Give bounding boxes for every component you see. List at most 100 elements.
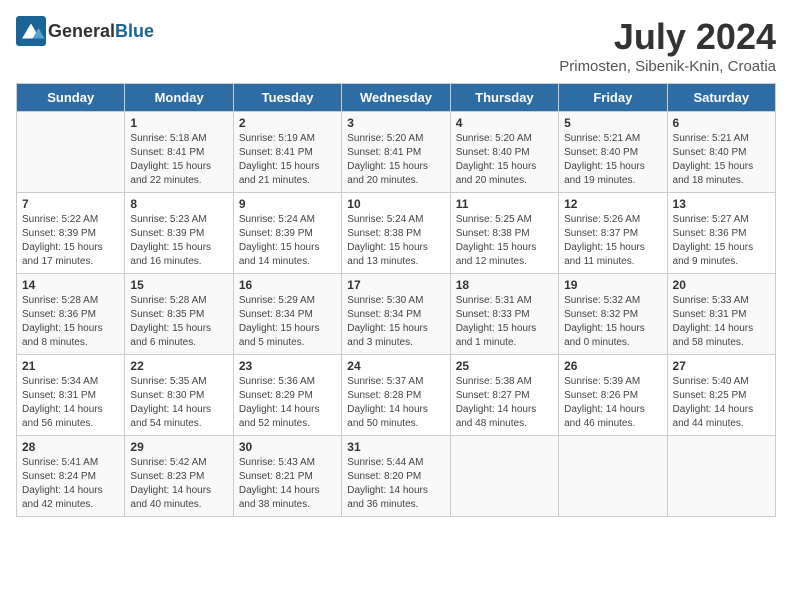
cell-sun-info: Sunrise: 5:29 AMSunset: 8:34 PMDaylight:… <box>239 294 336 350</box>
page-header: GeneralBlue July 2024 Primosten, Sibenik… <box>16 16 776 75</box>
calendar-cell: 26 Sunrise: 5:39 AMSunset: 8:26 PMDayligh… <box>559 355 667 436</box>
day-header-saturday: Saturday <box>667 84 775 112</box>
day-header-monday: Monday <box>125 84 233 112</box>
calendar-cell: 8 Sunrise: 5:23 AMSunset: 8:39 PMDaylight… <box>125 193 233 274</box>
calendar-cell: 12 Sunrise: 5:26 AMSunset: 8:37 PMDayligh… <box>559 193 667 274</box>
calendar-cell: 16 Sunrise: 5:29 AMSunset: 8:34 PMDayligh… <box>233 274 341 355</box>
calendar-cell: 18 Sunrise: 5:31 AMSunset: 8:33 PMDayligh… <box>450 274 558 355</box>
cell-sun-info: Sunrise: 5:42 AMSunset: 8:23 PMDaylight:… <box>130 456 227 512</box>
cell-sun-info: Sunrise: 5:38 AMSunset: 8:27 PMDaylight:… <box>456 375 553 431</box>
cell-sun-info: Sunrise: 5:21 AMSunset: 8:40 PMDaylight:… <box>564 132 661 188</box>
day-number: 1 <box>130 116 227 130</box>
day-number: 27 <box>673 359 770 373</box>
cell-sun-info: Sunrise: 5:22 AMSunset: 8:39 PMDaylight:… <box>22 213 119 269</box>
calendar-cell: 22Sunrise: 5:35 AMSunset: 8:30 PMDayligh… <box>125 355 233 436</box>
calendar-week-row: 21Sunrise: 5:34 AMSunset: 8:31 PMDayligh… <box>17 355 776 436</box>
calendar-cell <box>17 112 125 193</box>
cell-sun-info: Sunrise: 5:32 AMSunset: 8:32 PMDaylight:… <box>564 294 661 350</box>
day-number: 19 <box>564 278 661 292</box>
calendar-cell: 25 Sunrise: 5:38 AMSunset: 8:27 PMDayligh… <box>450 355 558 436</box>
day-number: 10 <box>347 197 444 211</box>
calendar-week-row: 28Sunrise: 5:41 AMSunset: 8:24 PMDayligh… <box>17 436 776 517</box>
calendar-cell: 9Sunrise: 5:24 AMSunset: 8:39 PMDaylight… <box>233 193 341 274</box>
day-header-friday: Friday <box>559 84 667 112</box>
day-number: 18 <box>456 278 553 292</box>
day-number: 15 <box>130 278 227 292</box>
cell-sun-info: Sunrise: 5:21 AMSunset: 8:40 PMDaylight:… <box>673 132 770 188</box>
calendar-cell: 3Sunrise: 5:20 AMSunset: 8:41 PMDaylight… <box>342 112 450 193</box>
calendar-cell: 14 Sunrise: 5:28 AMSunset: 8:36 PMDayligh… <box>17 274 125 355</box>
calendar-cell: 1 Sunrise: 5:18 AMSunset: 8:41 PMDaylight… <box>125 112 233 193</box>
logo-general: General <box>48 21 115 41</box>
day-number: 29 <box>130 440 227 454</box>
day-header-tuesday: Tuesday <box>233 84 341 112</box>
day-number: 7 <box>22 197 119 211</box>
cell-sun-info: Sunrise: 5:26 AMSunset: 8:37 PMDaylight:… <box>564 213 661 269</box>
calendar-cell <box>450 436 558 517</box>
cell-sun-info: Sunrise: 5:20 AMSunset: 8:41 PMDaylight:… <box>347 132 444 188</box>
calendar-cell: 2Sunrise: 5:19 AMSunset: 8:41 PMDaylight… <box>233 112 341 193</box>
day-number: 13 <box>673 197 770 211</box>
calendar-week-row: 1 Sunrise: 5:18 AMSunset: 8:41 PMDaylight… <box>17 112 776 193</box>
calendar-cell: 4 Sunrise: 5:20 AMSunset: 8:40 PMDaylight… <box>450 112 558 193</box>
cell-sun-info: Sunrise: 5:25 AMSunset: 8:38 PMDaylight:… <box>456 213 553 269</box>
calendar-cell: 15 Sunrise: 5:28 AMSunset: 8:35 PMDayligh… <box>125 274 233 355</box>
day-header-thursday: Thursday <box>450 84 558 112</box>
cell-sun-info: Sunrise: 5:39 AMSunset: 8:26 PMDaylight:… <box>564 375 661 431</box>
calendar-cell <box>667 436 775 517</box>
calendar-table: SundayMondayTuesdayWednesdayThursdayFrid… <box>16 83 776 517</box>
calendar-cell <box>559 436 667 517</box>
cell-sun-info: Sunrise: 5:19 AMSunset: 8:41 PMDaylight:… <box>239 132 336 188</box>
day-number: 8 <box>130 197 227 211</box>
cell-sun-info: Sunrise: 5:40 AMSunset: 8:25 PMDaylight:… <box>673 375 770 431</box>
cell-sun-info: Sunrise: 5:28 AMSunset: 8:35 PMDaylight:… <box>130 294 227 350</box>
logo-blue: Blue <box>115 21 154 41</box>
day-number: 25 <box>456 359 553 373</box>
cell-sun-info: Sunrise: 5:27 AMSunset: 8:36 PMDaylight:… <box>673 213 770 269</box>
cell-sun-info: Sunrise: 5:20 AMSunset: 8:40 PMDaylight:… <box>456 132 553 188</box>
day-number: 11 <box>456 197 553 211</box>
calendar-cell: 31Sunrise: 5:44 AMSunset: 8:20 PMDayligh… <box>342 436 450 517</box>
cell-sun-info: Sunrise: 5:30 AMSunset: 8:34 PMDaylight:… <box>347 294 444 350</box>
calendar-cell: 27 Sunrise: 5:40 AMSunset: 8:25 PMDayligh… <box>667 355 775 436</box>
calendar-cell: 5Sunrise: 5:21 AMSunset: 8:40 PMDaylight… <box>559 112 667 193</box>
day-number: 24 <box>347 359 444 373</box>
day-number: 4 <box>456 116 553 130</box>
cell-sun-info: Sunrise: 5:23 AMSunset: 8:39 PMDaylight:… <box>130 213 227 269</box>
calendar-cell: 13 Sunrise: 5:27 AMSunset: 8:36 PMDayligh… <box>667 193 775 274</box>
calendar-cell: 17 Sunrise: 5:30 AMSunset: 8:34 PMDayligh… <box>342 274 450 355</box>
calendar-cell: 7 Sunrise: 5:22 AMSunset: 8:39 PMDaylight… <box>17 193 125 274</box>
day-number: 16 <box>239 278 336 292</box>
day-number: 31 <box>347 440 444 454</box>
title-block: July 2024 Primosten, Sibenik-Knin, Croat… <box>559 16 776 75</box>
calendar-cell: 6 Sunrise: 5:21 AMSunset: 8:40 PMDaylight… <box>667 112 775 193</box>
day-number: 12 <box>564 197 661 211</box>
day-number: 14 <box>22 278 119 292</box>
cell-sun-info: Sunrise: 5:37 AMSunset: 8:28 PMDaylight:… <box>347 375 444 431</box>
cell-sun-info: Sunrise: 5:31 AMSunset: 8:33 PMDaylight:… <box>456 294 553 350</box>
calendar-cell: 23Sunrise: 5:36 AMSunset: 8:29 PMDayligh… <box>233 355 341 436</box>
cell-sun-info: Sunrise: 5:28 AMSunset: 8:36 PMDaylight:… <box>22 294 119 350</box>
calendar-cell: 29 Sunrise: 5:42 AMSunset: 8:23 PMDayligh… <box>125 436 233 517</box>
logo: GeneralBlue <box>16 16 154 46</box>
cell-sun-info: Sunrise: 5:43 AMSunset: 8:21 PMDaylight:… <box>239 456 336 512</box>
day-number: 30 <box>239 440 336 454</box>
calendar-header-row: SundayMondayTuesdayWednesdayThursdayFrid… <box>17 84 776 112</box>
day-header-sunday: Sunday <box>17 84 125 112</box>
calendar-body: 1 Sunrise: 5:18 AMSunset: 8:41 PMDaylight… <box>17 112 776 517</box>
cell-sun-info: Sunrise: 5:33 AMSunset: 8:31 PMDaylight:… <box>673 294 770 350</box>
day-number: 6 <box>673 116 770 130</box>
day-number: 20 <box>673 278 770 292</box>
calendar-week-row: 7 Sunrise: 5:22 AMSunset: 8:39 PMDaylight… <box>17 193 776 274</box>
cell-sun-info: Sunrise: 5:18 AMSunset: 8:41 PMDaylight:… <box>130 132 227 188</box>
cell-sun-info: Sunrise: 5:34 AMSunset: 8:31 PMDaylight:… <box>22 375 119 431</box>
cell-sun-info: Sunrise: 5:36 AMSunset: 8:29 PMDaylight:… <box>239 375 336 431</box>
month-title: July 2024 <box>559 16 776 58</box>
day-number: 26 <box>564 359 661 373</box>
cell-sun-info: Sunrise: 5:24 AMSunset: 8:38 PMDaylight:… <box>347 213 444 269</box>
day-header-wednesday: Wednesday <box>342 84 450 112</box>
day-number: 9 <box>239 197 336 211</box>
cell-sun-info: Sunrise: 5:41 AMSunset: 8:24 PMDaylight:… <box>22 456 119 512</box>
cell-sun-info: Sunrise: 5:35 AMSunset: 8:30 PMDaylight:… <box>130 375 227 431</box>
day-number: 17 <box>347 278 444 292</box>
